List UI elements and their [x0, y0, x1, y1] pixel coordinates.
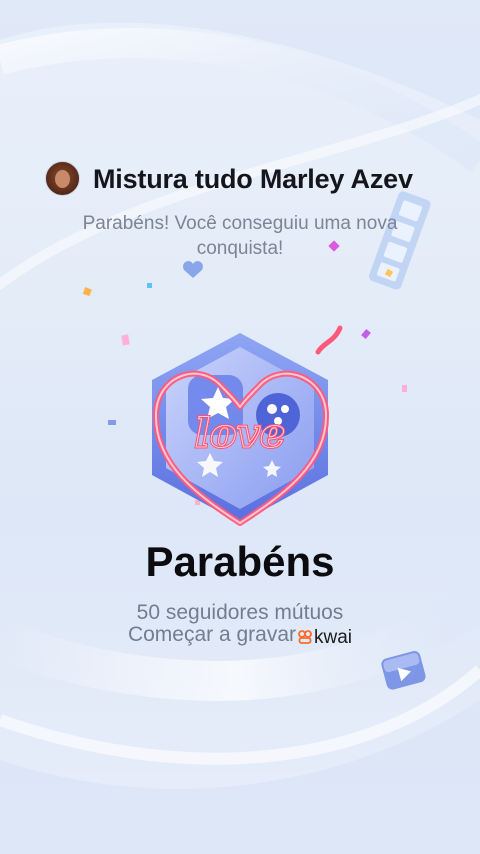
congrats-message: Parabéns! Você conseguiu uma nova conqui…	[82, 213, 398, 259]
kwai-logo: kwai	[298, 627, 352, 649]
record-cta-text: Começar a gravar	[127, 623, 297, 646]
kwai-brand-text: kwai	[314, 627, 353, 648]
small-heart-decoration	[183, 261, 203, 278]
love-achievement-badge-icon: love love	[152, 333, 330, 526]
username: Mistura tudo Marley Azev	[93, 164, 413, 194]
record-cta[interactable]: Começar a gravar kwai	[0, 623, 480, 649]
achievement-title: Parabéns	[145, 538, 335, 585]
kwai-logo-icon	[298, 630, 312, 644]
achievement-description: 50 seguidores mútuos	[136, 601, 344, 624]
user-avatar[interactable]	[45, 161, 80, 196]
badge-love-text-glow: love	[195, 410, 286, 457]
profile-header: Mistura tudo Marley Azev	[0, 158, 480, 202]
